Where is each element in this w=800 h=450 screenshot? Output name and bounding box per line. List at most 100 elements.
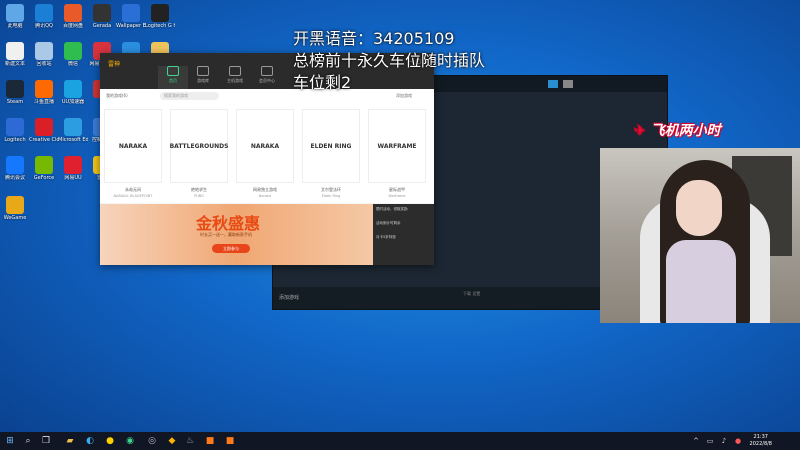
desktop-icon[interactable]: 新建文本 [0, 42, 30, 76]
desktop-icon-label: 斗鱼直播 [33, 99, 54, 105]
edge-icon[interactable]: ◐ [84, 435, 96, 447]
add-game-link[interactable]: 添加游戏 [279, 294, 299, 301]
game-launcher-window[interactable]: 雷神 首页 游戏库 主机游戏 会员中心 — □ ✕ 我的游戏(6) 搜索我的游戏… [100, 53, 434, 265]
game-name: 网易独立游戏 [253, 187, 277, 192]
desktop-icon[interactable]: 腾讯会议 [0, 156, 30, 190]
stream-badge: ✈ 飞机两小时 [634, 120, 721, 140]
side-item[interactable]: 限时活动，领取奖励 [373, 204, 434, 218]
desktop-icon-label: 网易UU [64, 175, 82, 181]
tab-home[interactable]: 首页 [158, 66, 188, 89]
app-icon [6, 118, 24, 136]
app-icon [35, 118, 53, 136]
window-tab-icon[interactable] [548, 80, 558, 88]
clock-date: 2022/8/8 [749, 441, 772, 447]
desktop-icon[interactable]: Logitech G HUB [145, 4, 175, 38]
chrome-icon[interactable]: ● [104, 435, 116, 447]
start-icon[interactable]: ⊞ [4, 435, 16, 447]
volume-icon[interactable]: ♪ [718, 435, 730, 447]
badge-text: 飞机两小时 [650, 123, 721, 139]
promo-banner[interactable]: 金秋盛惠 时长买一送一，赢取新款手机 立即参与 [100, 204, 373, 265]
desktop-icon-label: 回收站 [36, 61, 52, 67]
app-icon [35, 80, 53, 98]
desktop-icon[interactable]: Creative Cloud [29, 118, 59, 152]
task-view-icon[interactable]: ❐ [40, 435, 52, 447]
game-name: 星际战甲 [389, 187, 405, 192]
game-name: 永劫无间 [125, 187, 141, 192]
desktop-icon[interactable]: Gerada [87, 4, 117, 38]
game-card[interactable]: NARAKA 网易独立游戏 Naraka [236, 109, 294, 198]
promo-subtitle: 时长买一送一，赢取新款手机 [200, 232, 252, 237]
desktop-icon[interactable]: 此电脑 [0, 4, 30, 38]
tray-app-icon[interactable]: ● [732, 435, 744, 447]
overlay-slots-left: 车位剩2 [293, 73, 352, 92]
desktop-icon[interactable]: Microsoft Edge [58, 118, 88, 152]
search-input[interactable]: 搜索我的游戏 [160, 92, 219, 100]
game-art: NARAKA [104, 109, 162, 183]
system-clock[interactable]: 21:37 2022/8/8 [750, 434, 772, 448]
game-english-name: NARAKA: BLADEPOINT [113, 194, 153, 198]
steam-icon[interactable]: ♨ [184, 435, 196, 447]
app-icon [64, 4, 82, 22]
game-card[interactable]: NARAKA 永劫无间 NARAKA: BLADEPOINT [104, 109, 162, 198]
streamer-face [676, 180, 722, 236]
promo-join-button[interactable]: 立即参与 [212, 244, 250, 253]
desktop-icon-label: 新建文本 [4, 61, 25, 67]
side-item[interactable]: 活动倒计时剩余 [373, 218, 434, 232]
desktop-icon-label: 腾讯QQ [35, 23, 53, 29]
diamond-icon [261, 66, 273, 76]
download-settings-label[interactable]: 下载 设置 [463, 291, 480, 297]
desktop-icon[interactable]: 斗鱼直播 [29, 80, 59, 114]
desktop-icon[interactable]: WeGame [0, 196, 30, 230]
game-name: 艾尔登法环 [321, 187, 341, 192]
app-icon [35, 4, 53, 22]
game-card[interactable]: WARFRAME 星际战甲 Warframe [368, 109, 426, 198]
window-tab-icon[interactable] [563, 80, 573, 88]
add-game-button[interactable]: 添加游戏 [396, 93, 412, 99]
streamer-body [666, 240, 736, 323]
app-icon[interactable]: ■ [204, 435, 216, 447]
game-english-name: Elden Ring [321, 194, 341, 198]
desktop-icon-label: Creative Cloud [29, 137, 59, 143]
tab-console[interactable]: 主机游戏 [220, 66, 250, 84]
tab-vip[interactable]: 会员中心 [252, 66, 282, 84]
desktop-icon-label: Wallpaper Engine [116, 23, 146, 29]
desktop-icon-label: GeForce [33, 175, 55, 181]
overlay-ranking-note: 总榜前十永久车位随时插队 [293, 51, 486, 70]
explorer-icon[interactable]: ▰ [64, 435, 76, 447]
launcher-task-icon[interactable]: ◆ [166, 435, 178, 447]
desktop-icon[interactable]: 百度网盘 [58, 4, 88, 38]
desktop-icon[interactable]: Logitech [0, 118, 30, 152]
game-card[interactable]: ELDEN RING 艾尔登法环 Elden Ring [302, 109, 360, 198]
desktop-icon[interactable]: 腾讯QQ [29, 4, 59, 38]
library-icon [197, 66, 209, 76]
app-icon [64, 80, 82, 98]
game-english-name: Naraka [258, 194, 272, 198]
app-icon [64, 42, 82, 60]
desktop-icon[interactable]: UU加速器 [58, 80, 88, 114]
app-icon [6, 4, 24, 22]
desktop-icon-label: Steam [6, 99, 24, 105]
game-name: 绝地求生 [191, 187, 207, 192]
tray-chevron-icon[interactable]: ^ [690, 435, 702, 447]
game-art: ELDEN RING [302, 109, 360, 183]
desktop-icon-label: WeGame [3, 215, 27, 221]
search-icon[interactable]: ⌕ [22, 435, 34, 447]
desktop-icon-label: 百度网盘 [62, 23, 83, 29]
network-icon[interactable]: ▭ [704, 435, 716, 447]
desktop-icon[interactable]: 回收站 [29, 42, 59, 76]
game-card[interactable]: BATTLEGROUNDS 绝地求生 PUBG [170, 109, 228, 198]
desktop-icon[interactable]: Steam [0, 80, 30, 114]
desktop-icon[interactable]: Wallpaper Engine [116, 4, 146, 38]
taskbar: ⊞ ⌕ ❐ ▰ ◐ ● ◉ ◎ ◆ ♨ ■ ■ ^ ▭ ♪ ● 21:37 20… [0, 432, 800, 450]
app-icon [6, 80, 24, 98]
app-icon [64, 118, 82, 136]
desktop-icon[interactable]: 网易UU [58, 156, 88, 190]
side-item[interactable]: 月卡5折特惠 [373, 232, 434, 246]
app-icon[interactable]: ■ [224, 435, 236, 447]
desktop-icon[interactable]: GeForce [29, 156, 59, 190]
desktop-icon[interactable]: 微信 [58, 42, 88, 76]
tab-library[interactable]: 游戏库 [188, 66, 218, 84]
game-english-name: Warframe [388, 194, 406, 198]
obs-icon[interactable]: ◎ [146, 435, 158, 447]
wechat-icon[interactable]: ◉ [124, 435, 136, 447]
